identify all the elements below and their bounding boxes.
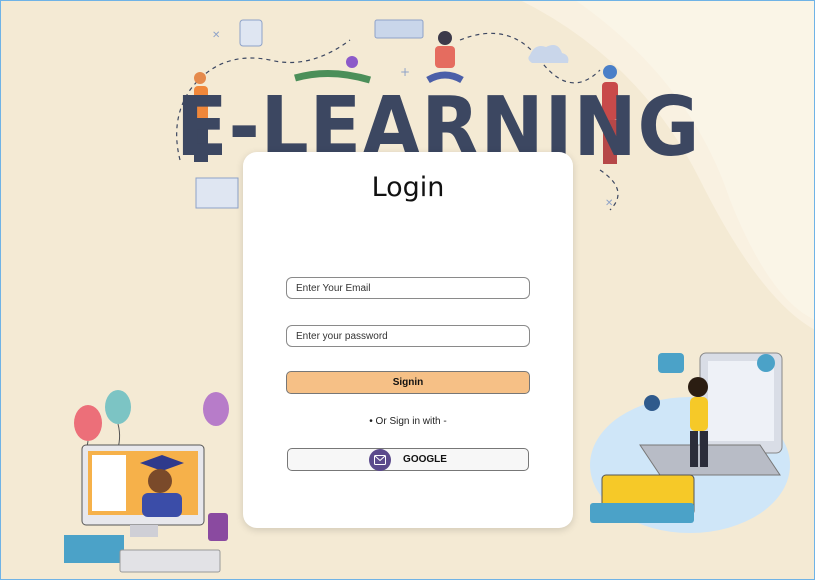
signin-button[interactable]: Signin <box>286 371 530 394</box>
email-field[interactable] <box>286 277 530 299</box>
svg-text:✕: ✕ <box>212 30 220 41</box>
mail-icon <box>369 448 392 471</box>
or-sign-in-divider: • Or Sign in with - <box>369 416 447 427</box>
signin-button-label: Signin <box>392 377 424 388</box>
login-card: Login Signin • Or Sign in with - GOOGLE <box>243 152 573 528</box>
password-field[interactable] <box>286 325 530 347</box>
google-signin-button[interactable]: GOOGLE <box>287 448 529 471</box>
svg-text:✕: ✕ <box>605 198 613 209</box>
laptop-student-illustration <box>590 352 790 533</box>
svg-text:+: + <box>400 65 410 79</box>
graduation-illustration <box>64 390 229 573</box>
google-button-label: GOOGLE <box>403 454 447 465</box>
login-title: Login <box>371 172 445 203</box>
